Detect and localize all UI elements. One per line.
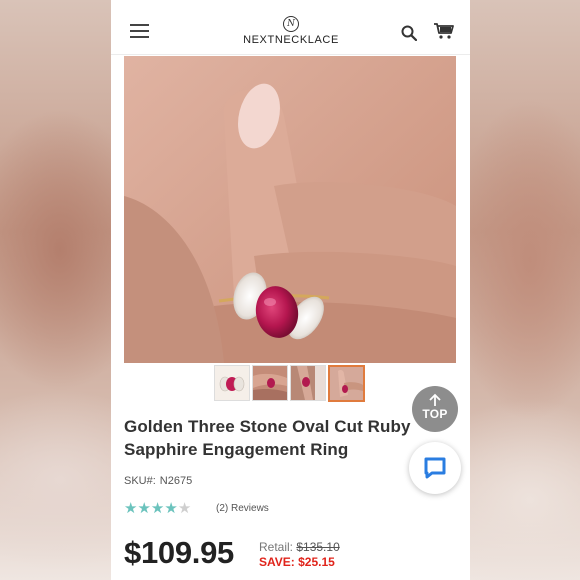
arrow-up-icon — [429, 393, 441, 406]
savings-text: SAVE: $25.15 — [259, 555, 335, 569]
site-logo[interactable]: N NEXTNECKLACE — [221, 16, 361, 48]
product-main-image[interactable] — [124, 56, 456, 363]
live-chat-button[interactable] — [409, 442, 461, 494]
star-icon: ★ — [150, 500, 165, 517]
site-header: N NEXTNECKLACE — [111, 0, 470, 55]
logo-text: NEXTNECKLACE — [243, 34, 339, 46]
star-icon: ★ — [124, 500, 138, 517]
chat-bubble-icon — [424, 457, 446, 479]
back-to-top-label: TOP — [422, 407, 448, 421]
mobile-page: N NEXTNECKLACE TOP Golden Three Stone Ov… — [111, 0, 470, 580]
product-title: Golden Three Stone Oval Cut Ruby Sapphir… — [124, 417, 411, 459]
sku-value: N2675 — [159, 475, 193, 487]
reviews-link[interactable]: (2) Reviews — [216, 503, 269, 514]
back-to-top-button[interactable]: TOP — [412, 386, 458, 432]
logo-mark: N — [283, 16, 299, 32]
thumbnail-2[interactable] — [252, 365, 288, 401]
product-sku: SKU#: N2675 — [124, 475, 196, 487]
star-icon: ★ — [137, 500, 151, 517]
sale-price: $109.95 — [124, 535, 234, 570]
search-icon[interactable] — [401, 25, 417, 41]
star-icon: ★ — [164, 500, 178, 517]
sku-label: SKU#: — [124, 475, 156, 487]
retail-price: Retail: $135.10 — [259, 540, 340, 554]
cart-icon[interactable] — [433, 22, 455, 40]
thumbnail-3[interactable] — [290, 365, 326, 401]
thumbnail-1[interactable] — [214, 365, 250, 401]
star-empty-icon: ★ — [177, 500, 192, 517]
thumbnail-4[interactable] — [328, 365, 365, 402]
retail-value: $135.10 — [296, 540, 340, 554]
retail-label: Retail: — [259, 540, 294, 554]
hamburger-icon[interactable] — [130, 24, 149, 38]
hand-with-ring-image — [124, 56, 456, 363]
rating-stars[interactable]: ★★★★★ — [124, 500, 192, 517]
